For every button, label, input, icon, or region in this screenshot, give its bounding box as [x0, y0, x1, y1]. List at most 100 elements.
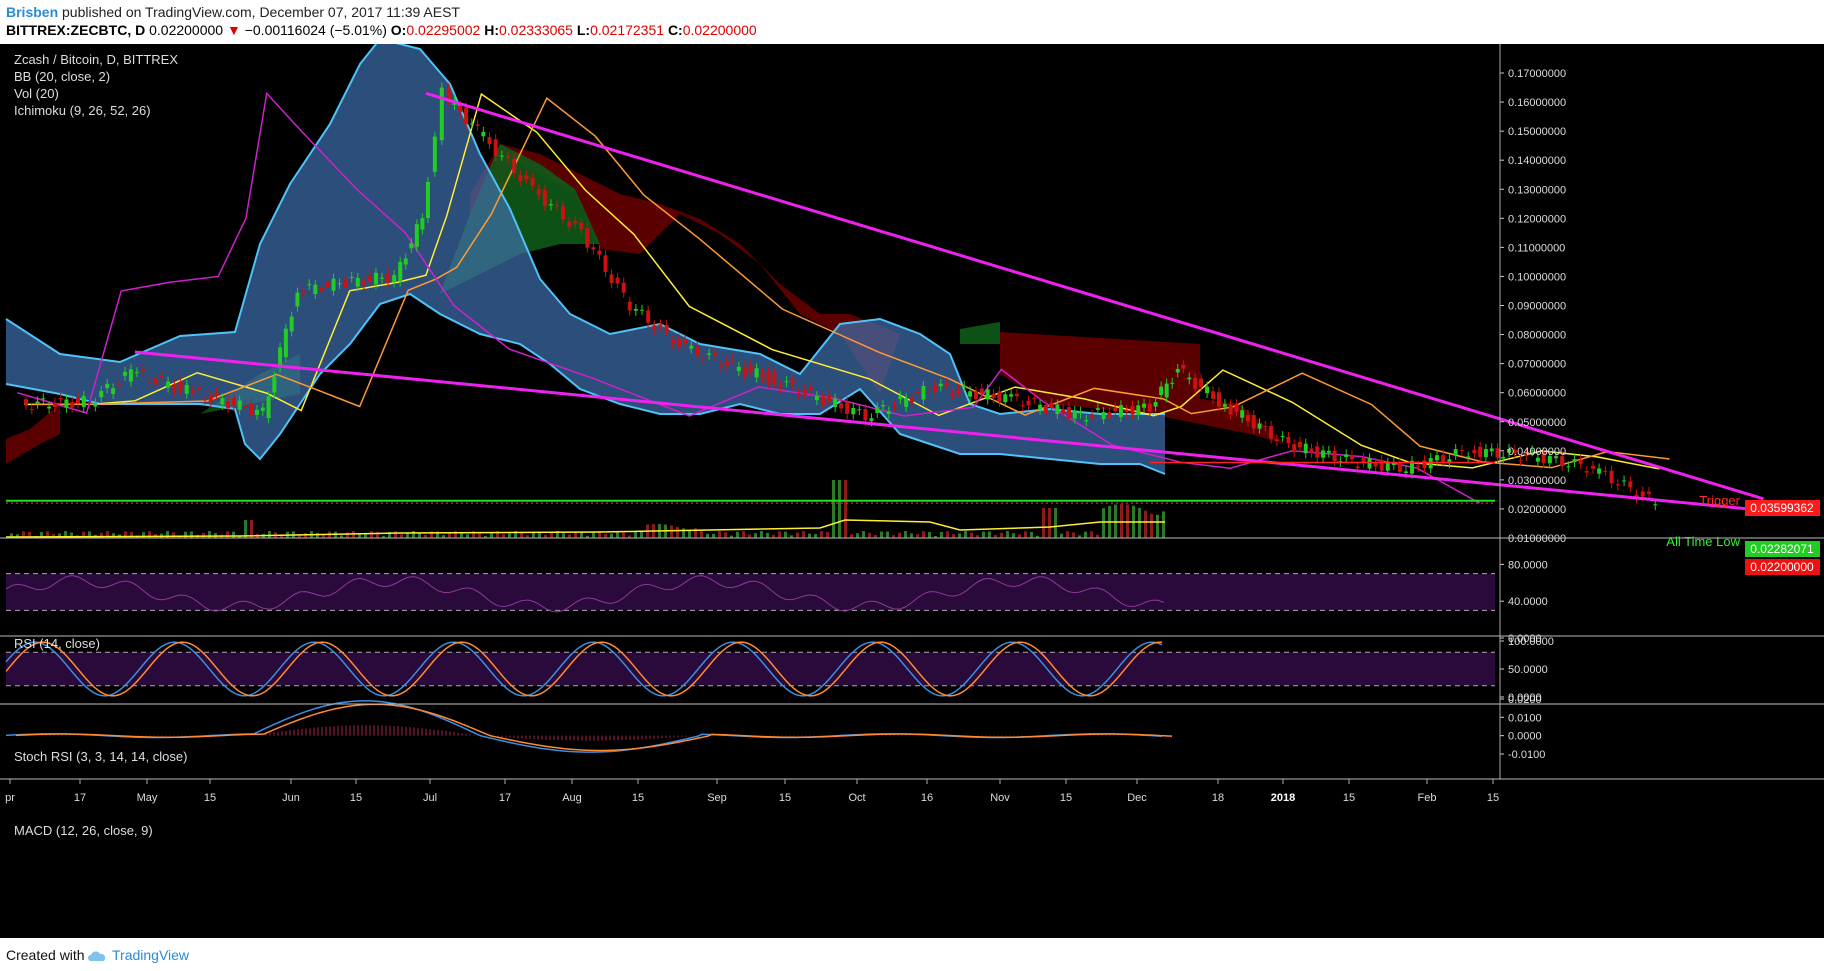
volume-bar [724, 532, 727, 538]
candle-body [1472, 449, 1477, 454]
candle-body [1332, 450, 1337, 462]
stoch-axis-label: 100.0000 [1508, 636, 1554, 648]
high-label: H: [484, 22, 499, 38]
price-axis-label: 0.16000000 [1508, 97, 1566, 109]
candle-body [1286, 436, 1291, 444]
volume-bar [928, 532, 931, 538]
volume-bar [670, 525, 673, 538]
candle-body [652, 325, 657, 330]
candle-body [1309, 448, 1314, 453]
price-axis-label: 0.17000000 [1508, 68, 1566, 80]
candle-body [932, 384, 937, 393]
created-with-label: Created with [6, 947, 85, 963]
volume-bar [706, 533, 709, 538]
candle-body [1216, 392, 1221, 407]
candle-body [1234, 404, 1239, 412]
volume-bar [550, 532, 553, 538]
candle-body [1315, 446, 1320, 458]
candle-body [597, 250, 602, 255]
candle-body [380, 277, 385, 279]
candle-body [713, 352, 718, 356]
candle-body [760, 373, 765, 379]
candle-body [141, 369, 146, 372]
candle-body [1084, 420, 1089, 422]
volume-bar [1090, 531, 1093, 538]
time-axis-label: pr [5, 792, 15, 804]
time-axis-label: Nov [990, 792, 1010, 804]
candle-body [301, 290, 306, 295]
tradingview-link[interactable]: TradingView [86, 947, 189, 963]
candle-body [1297, 441, 1302, 448]
candle-body [1257, 423, 1262, 429]
candle-body [203, 399, 208, 401]
time-axis-label: Sep [707, 792, 727, 804]
volume-bar [838, 480, 841, 538]
price-axis-label: 0.03000000 [1508, 475, 1566, 487]
macd-axis-label: 0.0100 [1508, 712, 1542, 724]
time-axis-label: Oct [848, 792, 865, 804]
candle-body [1124, 409, 1129, 413]
time-axis-label: Jun [282, 792, 300, 804]
volume-bar [1102, 508, 1105, 538]
stoch-axis-label: 50.0000 [1508, 664, 1548, 676]
candle-body [1478, 446, 1483, 457]
candle-body [1344, 454, 1349, 458]
candle-body [191, 390, 196, 393]
volume-bar [922, 531, 925, 538]
legend-rsi: RSI (14, close) [14, 636, 100, 651]
candle-body [1280, 436, 1285, 438]
volume-bar [622, 532, 625, 538]
candle-body [1170, 382, 1175, 384]
candle-body [512, 158, 517, 173]
volume-bar [784, 531, 787, 538]
candle-body [1066, 407, 1071, 419]
volume-bar [796, 532, 799, 538]
candle-body [796, 392, 801, 395]
candle-body [64, 399, 69, 408]
legend-ichimoku: Ichimoku (9, 26, 52, 26) [14, 103, 151, 118]
time-axis-label: 15 [632, 792, 644, 804]
candle-body [579, 222, 584, 230]
volume-bar [808, 533, 811, 538]
candle-body [1164, 383, 1169, 398]
candle-body [1584, 471, 1589, 473]
candle-body [1572, 459, 1577, 463]
candle-body [1009, 394, 1014, 397]
volume-bar [1120, 504, 1123, 538]
time-axis-label: 18 [1212, 792, 1224, 804]
candle-body [1603, 470, 1608, 472]
candle-body [1622, 480, 1627, 482]
candle-body [881, 404, 886, 407]
candle-body [425, 181, 430, 219]
candle-body [730, 358, 735, 361]
candle-body [985, 389, 990, 400]
candle-body [172, 384, 177, 392]
legend-bb: BB (20, close, 2) [14, 69, 110, 84]
volume-bar [226, 531, 229, 538]
candle-body [409, 243, 414, 249]
candle-body [1428, 457, 1433, 469]
candle-body [561, 206, 566, 220]
candle-body [1113, 407, 1118, 412]
time-axis-label: Dec [1127, 792, 1147, 804]
candle-body [47, 406, 52, 409]
candle-body [231, 397, 236, 407]
macd-axis-label: 0.0000 [1508, 731, 1542, 743]
volume-bar [1018, 534, 1021, 538]
candle-body [367, 275, 372, 281]
candle-body [683, 339, 688, 344]
candle-body [325, 281, 330, 288]
candle-body [1578, 459, 1583, 464]
chart-canvas[interactable]: 80.000040.00000.0000 100.000050.00000.00… [0, 44, 1824, 938]
candle-body [487, 137, 492, 144]
candle-body [991, 394, 996, 398]
volume-bar [1072, 532, 1075, 538]
time-axis-label: 2018 [1271, 792, 1295, 804]
candle-body [319, 287, 324, 292]
volume-bar [1024, 531, 1027, 538]
candle-body [1441, 455, 1446, 463]
volume-bar [952, 534, 955, 538]
candle-body [1251, 415, 1256, 429]
candle-body [689, 345, 694, 349]
author-link[interactable]: Brisben [6, 4, 58, 20]
